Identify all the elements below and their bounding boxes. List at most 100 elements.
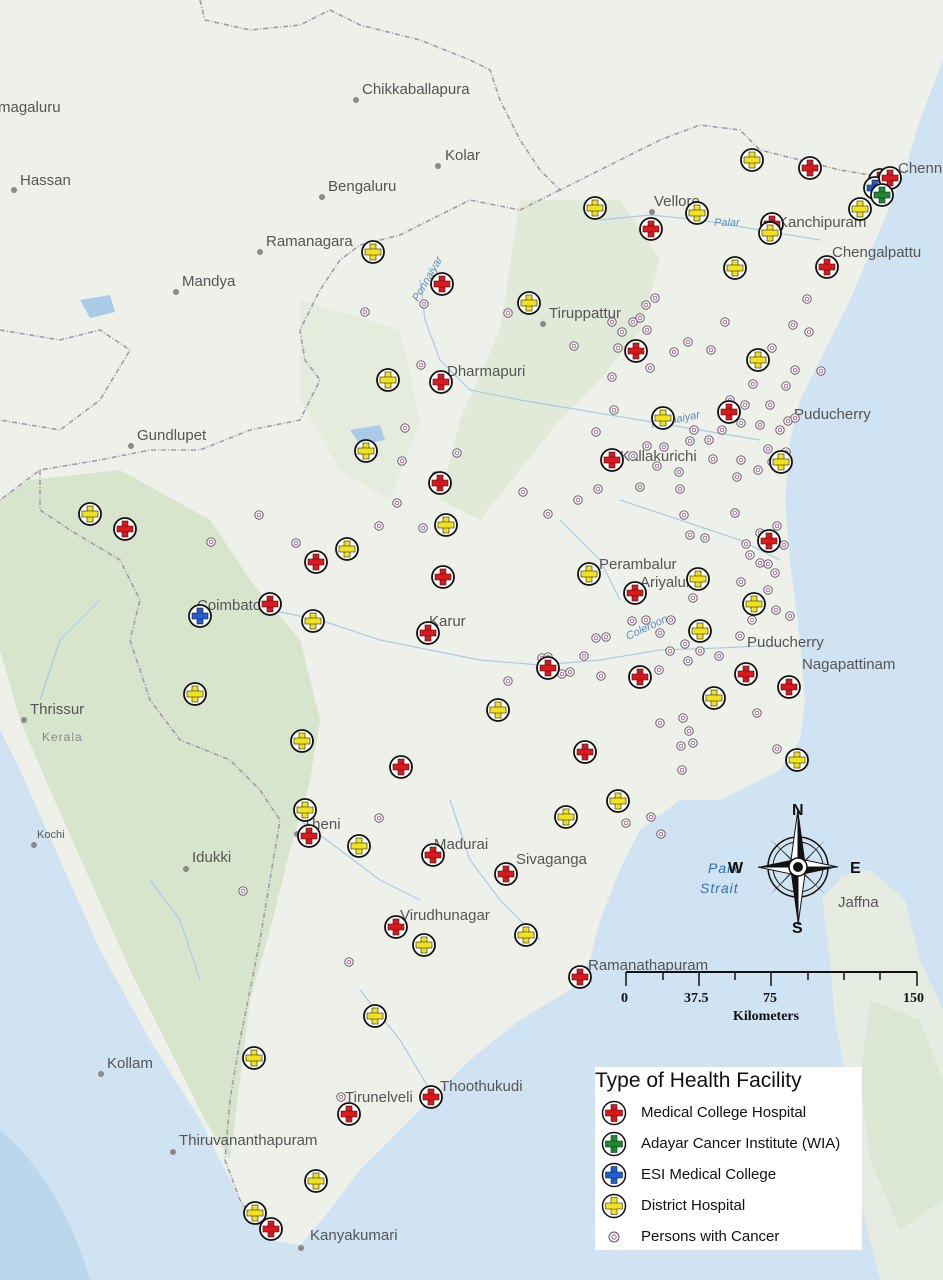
person-with-cancer-marker: [646, 812, 656, 822]
person-with-cancer-marker: [645, 363, 655, 373]
person-with-cancer-marker: [736, 418, 746, 428]
legend: Type of Health Facility Medical College …: [595, 1067, 862, 1250]
medical-college-hospital-marker: [297, 824, 321, 848]
person-with-cancer-marker: [665, 646, 675, 656]
person-with-cancer-marker: [771, 605, 781, 615]
person-with-cancer-marker: [775, 425, 785, 435]
person-with-cancer-marker: [704, 435, 714, 445]
person-with-cancer-marker: [752, 708, 762, 718]
person-with-cancer-marker: [816, 366, 826, 376]
person-with-cancer-marker: [573, 495, 583, 505]
adayar-cancer-institute-icon: [601, 1131, 627, 1156]
person-with-cancer-marker: [397, 456, 407, 466]
person-with-cancer-marker: [579, 651, 589, 661]
person-with-cancer-marker: [765, 400, 775, 410]
person-with-cancer-marker: [416, 360, 426, 370]
person-with-cancer-marker: [642, 325, 652, 335]
legend-title: Type of Health Facility: [595, 1069, 802, 1092]
person-with-cancer-marker: [790, 413, 800, 423]
district-hospital-marker: [376, 368, 400, 392]
adayar-cancer-institute-marker: [870, 183, 894, 207]
legend-item-persons-with-cancer: Persons with Cancer: [595, 1221, 862, 1252]
medical-college-hospital-marker: [428, 471, 452, 495]
legend-label: Adayar Cancer Institute (WIA): [641, 1135, 841, 1152]
compass-east: E: [850, 860, 861, 877]
person-with-cancer-marker: [685, 436, 695, 446]
person-with-cancer-marker: [689, 425, 699, 435]
person-with-cancer-marker: [613, 343, 623, 353]
legend-label: Persons with Cancer: [641, 1228, 780, 1245]
person-with-cancer-marker: [745, 550, 755, 560]
person-with-cancer-marker: [666, 615, 676, 625]
person-with-cancer-marker: [802, 294, 812, 304]
district-hospital-marker: [685, 201, 709, 225]
legend-item-esi-medical-college: ESI Medical College: [595, 1159, 862, 1190]
person-with-cancer-marker: [543, 509, 553, 519]
medical-college-hospital-marker: [416, 621, 440, 645]
medical-college-hospital-marker: [258, 592, 282, 616]
medical-college-hospital-marker: [384, 915, 408, 939]
person-with-cancer-marker: [641, 300, 651, 310]
person-with-cancer-marker: [344, 957, 354, 967]
person-with-cancer-marker: [695, 646, 705, 656]
medical-college-hospital-marker: [113, 517, 137, 541]
person-with-cancer-marker: [763, 559, 773, 569]
person-with-cancer-marker: [400, 423, 410, 433]
legend-label: District Hospital: [641, 1197, 746, 1214]
district-hospital-marker: [183, 682, 207, 706]
person-with-cancer-marker: [763, 585, 773, 595]
scale-unit-label: Kilometers: [733, 1009, 800, 1024]
person-with-cancer-marker: [688, 738, 698, 748]
person-with-cancer-marker: [678, 713, 688, 723]
person-with-cancer-marker: [254, 510, 264, 520]
scale-tick-label: 37.5: [684, 991, 709, 1006]
district-hospital-marker: [740, 148, 764, 172]
person-with-cancer-marker: [684, 726, 694, 736]
person-with-cancer-marker: [609, 405, 619, 415]
district-hospital-marker: [412, 933, 436, 957]
river-label: Palar: [714, 217, 741, 229]
person-with-cancer-marker: [740, 400, 750, 410]
legend-label: Medical College Hospital: [641, 1104, 807, 1121]
person-with-cancer-marker: [655, 628, 665, 638]
place-label: Mandya: [182, 273, 236, 290]
medical-college-hospital-marker: [389, 755, 413, 779]
person-with-cancer-marker: [336, 1092, 346, 1102]
person-with-cancer-marker: [763, 444, 773, 454]
person-with-cancer-marker: [374, 813, 384, 823]
district-hospital-marker: [758, 221, 782, 245]
person-with-cancer-marker: [674, 467, 684, 477]
person-with-cancer-marker: [747, 615, 757, 625]
person-with-cancer-marker: [655, 718, 665, 728]
medical-college-hospital-marker: [600, 448, 624, 472]
medical-college-hospital-marker: [573, 740, 597, 764]
medical-college-hospital-marker: [568, 965, 592, 989]
place-label: Thrissur: [30, 701, 84, 718]
district-hospital-marker: [293, 798, 317, 822]
person-with-cancer-marker: [720, 317, 730, 327]
person-with-cancer-marker: [628, 451, 638, 461]
person-with-cancer-marker: [518, 487, 528, 497]
person-with-cancer-marker: [735, 631, 745, 641]
person-with-cancer-marker: [617, 327, 627, 337]
person-with-cancer-marker: [591, 427, 601, 437]
strait-label: Strait: [700, 880, 739, 896]
person-with-cancer-marker: [772, 521, 782, 531]
medical-college-hospital-marker: [431, 565, 455, 589]
district-hospital-marker: [606, 789, 630, 813]
person-with-cancer-marker: [736, 455, 746, 465]
district-hospital-marker: [517, 291, 541, 315]
place-label: Dharmapuri: [447, 363, 525, 380]
person-with-cancer-marker: [627, 616, 637, 626]
person-with-cancer-marker: [706, 345, 716, 355]
district-hospital-marker: [686, 567, 710, 591]
person-with-cancer-marker: [781, 381, 791, 391]
person-with-cancer-marker: [779, 540, 789, 550]
medical-college-hospital-marker: [717, 400, 741, 424]
place-label: Sivaganga: [516, 851, 588, 868]
person-with-cancer-marker: [206, 537, 216, 547]
district-hospital-marker: [723, 256, 747, 280]
district-hospital-marker: [363, 1004, 387, 1028]
person-with-cancer-marker: [591, 633, 601, 643]
person-with-cancer-marker: [621, 818, 631, 828]
